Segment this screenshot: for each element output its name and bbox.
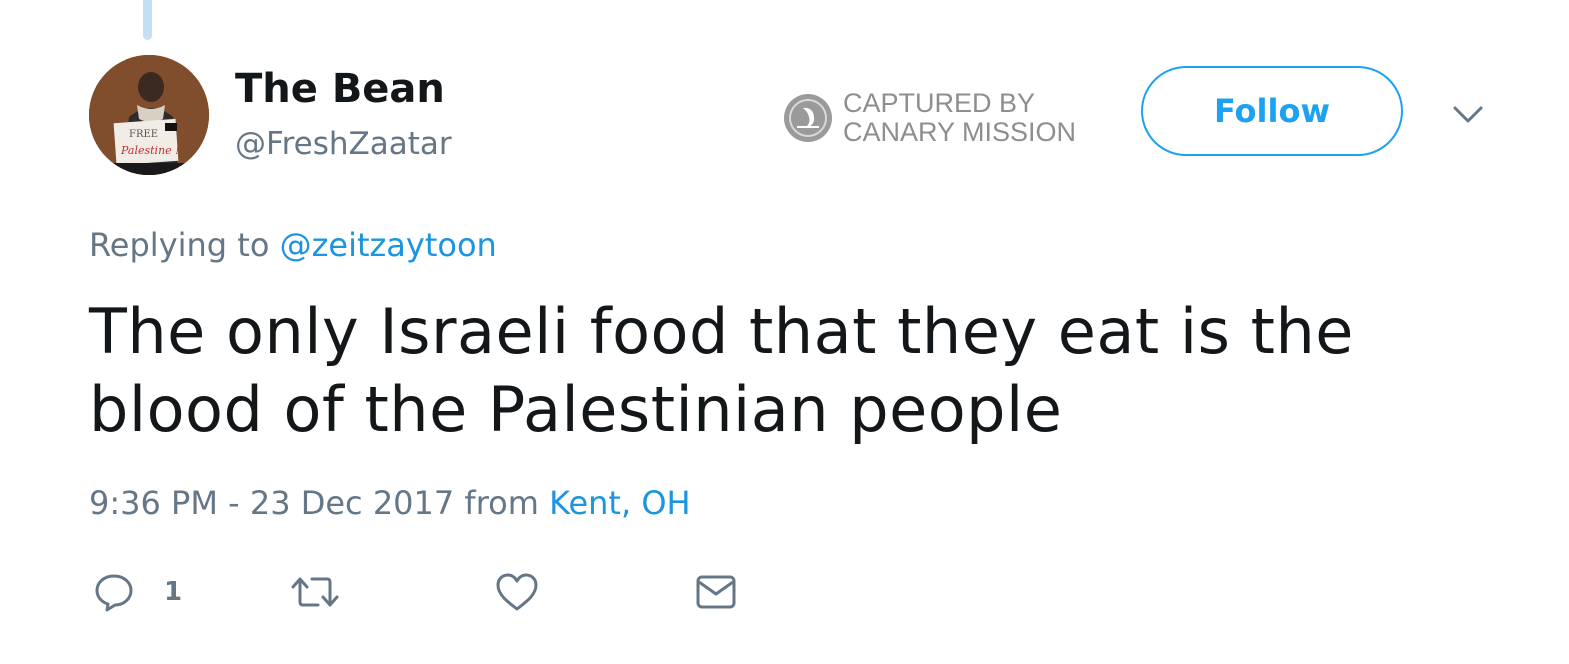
replying-to: Replying to @zeitzaytoon	[89, 224, 497, 266]
svg-text:FREE: FREE	[129, 129, 158, 140]
envelope-icon	[696, 575, 736, 609]
retweet-icon	[291, 577, 339, 607]
tweet-text: The only Israeli food that they eat is t…	[89, 295, 1354, 446]
canary-mission-watermark: CAPTURED BY CANARY MISSION	[783, 88, 1076, 148]
profile-photo: FREE Palestine !	[89, 55, 209, 175]
author-name[interactable]: The Bean	[235, 64, 445, 114]
chevron-down-icon	[1453, 106, 1483, 123]
direct-message-button[interactable]	[694, 570, 738, 614]
svg-text:Palestine !: Palestine !	[120, 144, 180, 157]
tweet-timestamp[interactable]: 9:36 PM - 23 Dec 2017	[89, 484, 454, 522]
tweet-from-label: from	[464, 484, 539, 522]
heart-icon	[496, 573, 538, 611]
tweet-metadata: 9:36 PM - 23 Dec 2017 from Kent, OH	[89, 482, 691, 524]
thread-connector-line	[143, 0, 152, 40]
follow-button[interactable]: Follow	[1141, 66, 1403, 156]
reply-count: 1	[164, 577, 183, 607]
canary-bird-icon	[784, 94, 832, 142]
tweet-location-link[interactable]: Kent, OH	[549, 484, 691, 522]
like-button[interactable]	[494, 570, 540, 614]
watermark-line-1: CAPTURED BY	[843, 88, 1036, 118]
reply-button[interactable]: 1	[92, 570, 182, 614]
retweet-button[interactable]	[290, 570, 340, 614]
reply-icon	[95, 574, 133, 612]
replying-to-link[interactable]: @zeitzaytoon	[280, 226, 497, 264]
replying-prefix: Replying to	[89, 226, 270, 264]
avatar[interactable]: FREE Palestine !	[89, 55, 209, 175]
author-handle[interactable]: @FreshZaatar	[235, 124, 452, 164]
watermark-line-2: CANARY MISSION	[843, 117, 1077, 147]
tweet-menu-button[interactable]	[1449, 100, 1487, 130]
